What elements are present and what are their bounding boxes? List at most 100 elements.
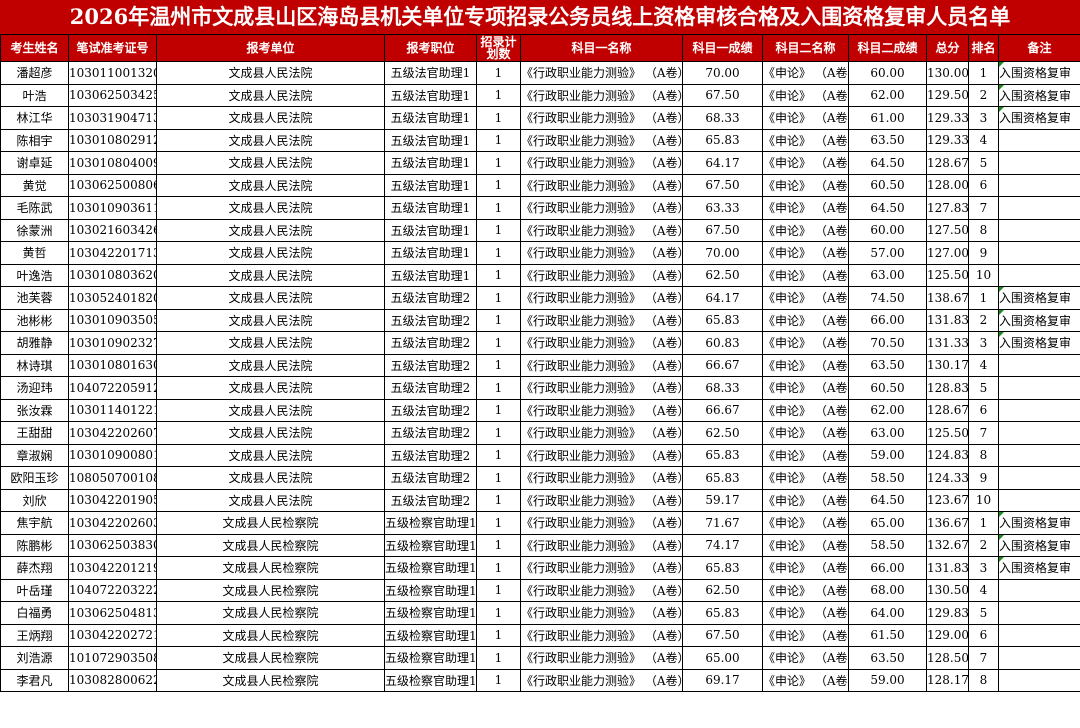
cell-position[interactable]: 五级法官助理1: [384, 83, 477, 107]
cell-unit[interactable]: 文成县人民检察院: [156, 668, 385, 692]
cell-subject1-name[interactable]: 《行政职业能力测验》 （A卷）: [520, 353, 683, 377]
table-row[interactable]: 李君凡 103082800622 文成县人民检察院 五级检察官助理1 1 《行政职业能力测…: [0, 668, 1080, 692]
cell-quota[interactable]: 1: [476, 353, 521, 377]
cell-subject1-score[interactable]: 71.67: [682, 511, 763, 535]
cell-note[interactable]: [998, 128, 1080, 152]
cell-subject2-name[interactable]: 《申论》 （A卷）: [762, 353, 849, 377]
cell-unit[interactable]: 文成县人民检察院: [156, 511, 385, 535]
table-row[interactable]: 汤迎玮 104072205912 文成县人民法院 五级法官助理2 1 《行政职业能力测验》…: [0, 376, 1080, 400]
cell-note[interactable]: 入围资格复审: [998, 83, 1080, 107]
cell-subject2-score[interactable]: 57.00: [848, 241, 927, 265]
table-row[interactable]: 叶浩 103062503425 文成县人民法院 五级法官助理1 1 《行政职业能力测验》 …: [0, 83, 1080, 107]
table-row[interactable]: 池彬彬 103010903505 文成县人民法院 五级法官助理2 1 《行政职业能力测验》…: [0, 308, 1080, 332]
cell-exam-id[interactable]: 103062503425: [68, 83, 157, 107]
cell-quota[interactable]: 1: [476, 196, 521, 220]
table-row[interactable]: 叶岳瑾 104072203222 文成县人民检察院 五级检察官助理1 1 《行政职业能力测…: [0, 578, 1080, 602]
cell-note[interactable]: [998, 151, 1080, 175]
cell-subject1-score[interactable]: 62.50: [682, 421, 763, 445]
cell-subject2-name[interactable]: 《申论》 （A卷）: [762, 488, 849, 512]
cell-subject1-score[interactable]: 60.83: [682, 331, 763, 355]
cell-subject1-score[interactable]: 67.50: [682, 83, 763, 107]
cell-unit[interactable]: 文成县人民法院: [156, 286, 385, 310]
cell-quota[interactable]: 1: [476, 61, 521, 85]
cell-name[interactable]: 欧阳玉珍: [0, 466, 69, 490]
cell-total[interactable]: 128.67: [926, 398, 969, 422]
cell-subject1-name[interactable]: 《行政职业能力测验》 （A卷）: [520, 308, 683, 332]
cell-unit[interactable]: 文成县人民法院: [156, 61, 385, 85]
table-row[interactable]: 谢卓延 103010804009 文成县人民法院 五级法官助理1 1 《行政职业能力测验》…: [0, 151, 1080, 175]
cell-exam-id[interactable]: 103082800622: [68, 668, 157, 692]
cell-subject2-name[interactable]: 《申论》 （A卷）: [762, 83, 849, 107]
cell-total[interactable]: 128.83: [926, 376, 969, 400]
cell-unit[interactable]: 文成县人民法院: [156, 331, 385, 355]
cell-position[interactable]: 五级法官助理2: [384, 353, 477, 377]
cell-position[interactable]: 五级法官助理2: [384, 308, 477, 332]
cell-note[interactable]: 入围资格复审: [998, 61, 1080, 85]
cell-subject2-name[interactable]: 《申论》 （A卷）: [762, 263, 849, 287]
cell-subject1-name[interactable]: 《行政职业能力测验》 （A卷）: [520, 668, 683, 692]
cell-position[interactable]: 五级法官助理1: [384, 151, 477, 175]
cell-rank[interactable]: 5: [968, 601, 999, 625]
cell-subject2-score[interactable]: 59.00: [848, 443, 927, 467]
table-row[interactable]: 王炳翔 103042202721 文成县人民检察院 五级检察官助理1 1 《行政职业能力测…: [0, 623, 1080, 647]
cell-subject2-name[interactable]: 《申论》 （A卷）: [762, 466, 849, 490]
cell-quota[interactable]: 1: [476, 556, 521, 580]
cell-subject2-score[interactable]: 68.00: [848, 578, 927, 602]
cell-note[interactable]: [998, 241, 1080, 265]
cell-subject1-name[interactable]: 《行政职业能力测验》 （A卷）: [520, 556, 683, 580]
cell-subject2-score[interactable]: 62.00: [848, 83, 927, 107]
cell-subject1-name[interactable]: 《行政职业能力测验》 （A卷）: [520, 128, 683, 152]
cell-subject2-name[interactable]: 《申论》 （A卷）: [762, 331, 849, 355]
cell-subject2-name[interactable]: 《申论》 （A卷）: [762, 646, 849, 670]
table-row[interactable]: 毛陈武 103010903611 文成县人民法院 五级法官助理1 1 《行政职业能力测验》…: [0, 196, 1080, 220]
cell-subject2-score[interactable]: 64.50: [848, 488, 927, 512]
cell-subject1-name[interactable]: 《行政职业能力测验》 （A卷）: [520, 533, 683, 557]
cell-exam-id[interactable]: 103010900801: [68, 443, 157, 467]
cell-subject2-score[interactable]: 60.00: [848, 218, 927, 242]
table-row[interactable]: 林诗琪 103010801630 文成县人民法院 五级法官助理2 1 《行政职业能力测验》…: [0, 353, 1080, 377]
cell-total[interactable]: 129.83: [926, 601, 969, 625]
cell-quota[interactable]: 1: [476, 308, 521, 332]
cell-name[interactable]: 叶岳瑾: [0, 578, 69, 602]
cell-position[interactable]: 五级检察官助理1: [384, 601, 477, 625]
cell-subject2-name[interactable]: 《申论》 （A卷）: [762, 623, 849, 647]
cell-quota[interactable]: 1: [476, 646, 521, 670]
cell-quota[interactable]: 1: [476, 488, 521, 512]
cell-subject1-score[interactable]: 63.33: [682, 196, 763, 220]
cell-subject2-score[interactable]: 61.00: [848, 106, 927, 130]
cell-exam-id[interactable]: 103010903505: [68, 308, 157, 332]
table-row[interactable]: 薛杰翔 103042201219 文成县人民检察院 五级检察官助理1 1 《行政职业能力测…: [0, 556, 1080, 580]
cell-subject1-score[interactable]: 70.00: [682, 241, 763, 265]
cell-subject2-score[interactable]: 66.00: [848, 308, 927, 332]
cell-subject1-score[interactable]: 64.17: [682, 151, 763, 175]
cell-subject2-score[interactable]: 64.00: [848, 601, 927, 625]
cell-total[interactable]: 129.50: [926, 83, 969, 107]
cell-note[interactable]: [998, 263, 1080, 287]
cell-unit[interactable]: 文成县人民法院: [156, 466, 385, 490]
cell-position[interactable]: 五级法官助理2: [384, 286, 477, 310]
table-row[interactable]: 徐蒙洲 103021603426 文成县人民法院 五级法官助理1 1 《行政职业能力测验》…: [0, 218, 1080, 242]
cell-subject1-score[interactable]: 65.83: [682, 308, 763, 332]
cell-subject1-score[interactable]: 62.50: [682, 578, 763, 602]
cell-note[interactable]: 入围资格复审: [998, 331, 1080, 355]
cell-exam-id[interactable]: 103031904713: [68, 106, 157, 130]
cell-name[interactable]: 焦宇航: [0, 511, 69, 535]
cell-name[interactable]: 黄哲: [0, 241, 69, 265]
cell-subject2-name[interactable]: 《申论》 （A卷）: [762, 511, 849, 535]
cell-unit[interactable]: 文成县人民法院: [156, 241, 385, 265]
cell-subject1-name[interactable]: 《行政职业能力测验》 （A卷）: [520, 601, 683, 625]
cell-subject2-score[interactable]: 58.50: [848, 533, 927, 557]
cell-total[interactable]: 128.17: [926, 668, 969, 692]
cell-exam-id[interactable]: 103021603426: [68, 218, 157, 242]
cell-subject1-score[interactable]: 68.33: [682, 376, 763, 400]
cell-unit[interactable]: 文成县人民法院: [156, 376, 385, 400]
cell-total[interactable]: 129.00: [926, 623, 969, 647]
cell-unit[interactable]: 文成县人民法院: [156, 106, 385, 130]
cell-quota[interactable]: 1: [476, 421, 521, 445]
cell-exam-id[interactable]: 104072203222: [68, 578, 157, 602]
cell-unit[interactable]: 文成县人民法院: [156, 173, 385, 197]
cell-total[interactable]: 136.67: [926, 511, 969, 535]
cell-quota[interactable]: 1: [476, 466, 521, 490]
cell-position[interactable]: 五级检察官助理1: [384, 623, 477, 647]
cell-subject2-score[interactable]: 63.50: [848, 353, 927, 377]
